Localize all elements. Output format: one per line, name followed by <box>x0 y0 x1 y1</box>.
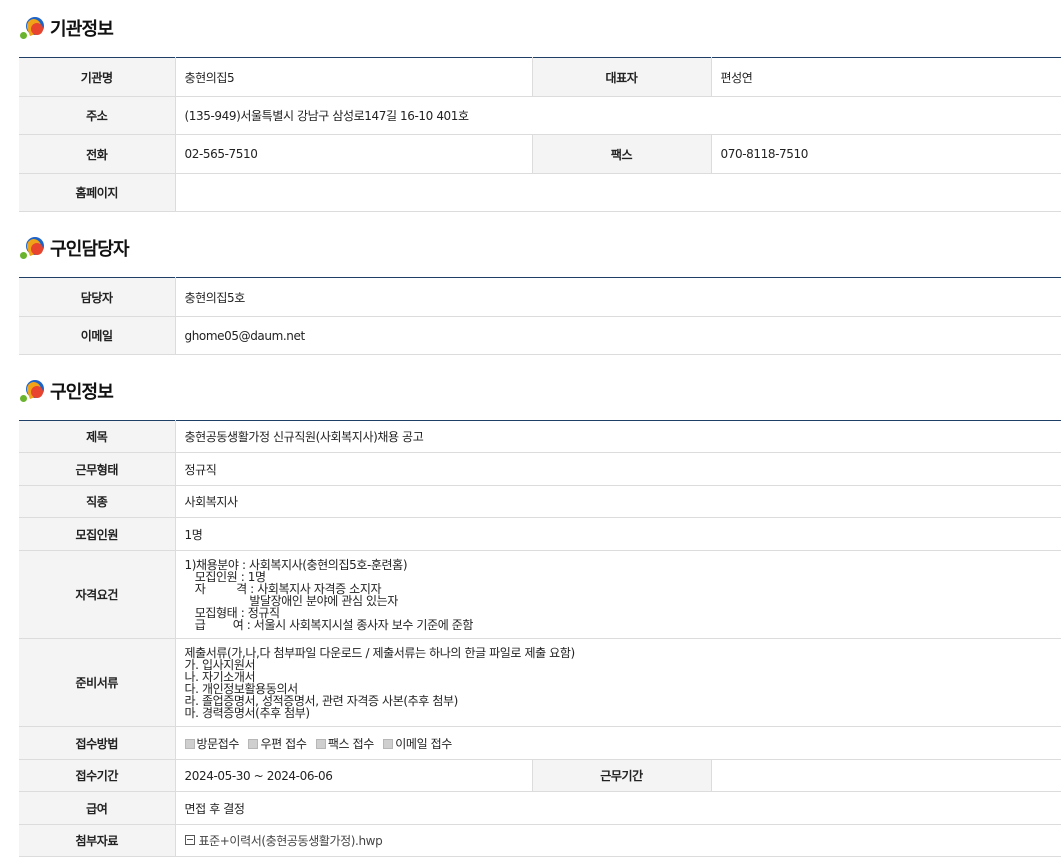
table-row: 급여 면접 후 결정 <box>19 791 1061 825</box>
contact-email-value[interactable]: ghome05@daum.net <box>175 316 1061 355</box>
job-worktype-value: 정규직 <box>175 452 1061 486</box>
job-qualification-value: 1)채용분야 : 사회복지사(충현의집5호-훈련홈) 모집인원 : 1명 자 격… <box>175 550 1061 639</box>
org-addr-value: (135-949)서울특별시 강남구 삼성로147길 16-10 401호 <box>175 96 1061 135</box>
checkbox-icon <box>184 738 195 749</box>
table-row: 근무형태 정규직 <box>19 452 1061 486</box>
contact-section-title: 구인담당자 <box>20 233 130 263</box>
table-row: 홈페이지 <box>19 173 1061 212</box>
org-tel-value: 02-565-7510 <box>175 134 533 174</box>
job-headcount-label: 모집인원 <box>19 517 176 551</box>
job-period-label: 접수기간 <box>19 759 176 792</box>
table-row: 기관명 충현의집5 대표자 편성연 <box>19 57 1061 97</box>
job-method-options: 방문접수 우편 접수 팩스 접수 이메일 접수 <box>175 726 1061 760</box>
org-addr-label: 주소 <box>19 96 176 135</box>
contact-person-label: 담당자 <box>19 277 176 317</box>
table-row: 담당자 충현의집5호 <box>19 277 1061 317</box>
table-row: 주소 (135-949)서울특별시 강남구 삼성로147길 16-10 401호 <box>19 96 1061 135</box>
attachment-link[interactable]: 표준+이력서(충현공동생활가정).hwp <box>199 834 383 848</box>
method-option: 이메일 접수 <box>383 737 452 751</box>
job-subject-label: 제목 <box>19 420 176 453</box>
org-name-label: 기관명 <box>19 57 176 97</box>
job-headcount-value: 1명 <box>175 517 1061 551</box>
job-occupation-value: 사회복지사 <box>175 485 1061 518</box>
job-attachment-label: 첨부자료 <box>19 824 176 857</box>
method-option: 팩스 접수 <box>315 737 374 751</box>
checkbox-icon <box>383 738 394 749</box>
job-documents-label: 준비서류 <box>19 638 176 727</box>
table-row: 접수방법 방문접수 우편 접수 팩스 접수 이메일 접수 <box>19 726 1061 760</box>
org-name-value: 충현의집5 <box>175 57 533 97</box>
org-rep-value: 편성연 <box>711 57 1061 97</box>
job-subject-value: 충현공동생활가정 신규직원(사회복지사)채용 공고 <box>175 420 1061 453</box>
table-row: 모집인원 1명 <box>19 517 1061 551</box>
org-section-title: 기관정보 <box>20 13 114 43</box>
checkbox-icon <box>248 738 259 749</box>
org-info-table: 기관명 충현의집5 대표자 편성연 주소 (135-949)서울특별시 강남구 … <box>19 57 1061 212</box>
contact-person-value: 충현의집5호 <box>175 277 1061 317</box>
job-qualification-label: 자격요건 <box>19 550 176 639</box>
job-section-title: 구인정보 <box>20 376 114 406</box>
section-logo-icon <box>20 378 46 404</box>
job-occupation-label: 직종 <box>19 485 176 518</box>
section-logo-icon <box>20 15 46 41</box>
table-row: 전화 02-565-7510 팩스 070-8118-7510 <box>19 134 1061 174</box>
method-option: 우편 접수 <box>248 737 307 751</box>
job-workperiod-value <box>711 759 1061 792</box>
job-worktype-label: 근무형태 <box>19 452 176 486</box>
contact-email-label: 이메일 <box>19 316 176 355</box>
org-tel-label: 전화 <box>19 134 176 174</box>
job-documents-value: 제출서류(가,나,다 첨부파일 다운로드 / 제출서류는 하나의 한글 파일로 … <box>175 638 1061 727</box>
file-icon <box>184 835 195 845</box>
job-method-label: 접수방법 <box>19 726 176 760</box>
table-row: 직종 사회복지사 <box>19 485 1061 518</box>
job-salary-value: 면접 후 결정 <box>175 791 1061 825</box>
org-title: 기관정보 <box>50 19 114 40</box>
contact-title: 구인담당자 <box>50 239 130 260</box>
job-attachment-cell: 표준+이력서(충현공동생활가정).hwp <box>175 824 1061 857</box>
job-title: 구인정보 <box>50 382 114 403</box>
table-row: 준비서류 제출서류(가,나,다 첨부파일 다운로드 / 제출서류는 하나의 한글… <box>19 638 1061 727</box>
job-info-table: 제목 충현공동생활가정 신규직원(사회복지사)채용 공고 근무형태 정규직 직종… <box>19 420 1061 857</box>
org-rep-label: 대표자 <box>532 57 712 97</box>
table-row: 자격요건 1)채용분야 : 사회복지사(충현의집5호-훈련홈) 모집인원 : 1… <box>19 550 1061 639</box>
table-row: 이메일 ghome05@daum.net <box>19 316 1061 355</box>
org-fax-label: 팩스 <box>532 134 712 174</box>
contact-info-table: 담당자 충현의집5호 이메일 ghome05@daum.net <box>19 277 1061 355</box>
table-row: 제목 충현공동생활가정 신규직원(사회복지사)채용 공고 <box>19 420 1061 453</box>
method-option: 방문접수 <box>184 737 239 751</box>
table-row: 접수기간 2024-05-30 ~ 2024-06-06 근무기간 <box>19 759 1061 792</box>
job-salary-label: 급여 <box>19 791 176 825</box>
job-workperiod-label: 근무기간 <box>532 759 712 792</box>
org-homepage-label: 홈페이지 <box>19 173 176 212</box>
table-row: 첨부자료 표준+이력서(충현공동생활가정).hwp <box>19 824 1061 857</box>
checkbox-icon <box>315 738 326 749</box>
org-homepage-value[interactable] <box>175 173 1061 212</box>
section-logo-icon <box>20 235 46 261</box>
org-fax-value: 070-8118-7510 <box>711 134 1061 174</box>
job-period-value: 2024-05-30 ~ 2024-06-06 <box>175 759 533 792</box>
